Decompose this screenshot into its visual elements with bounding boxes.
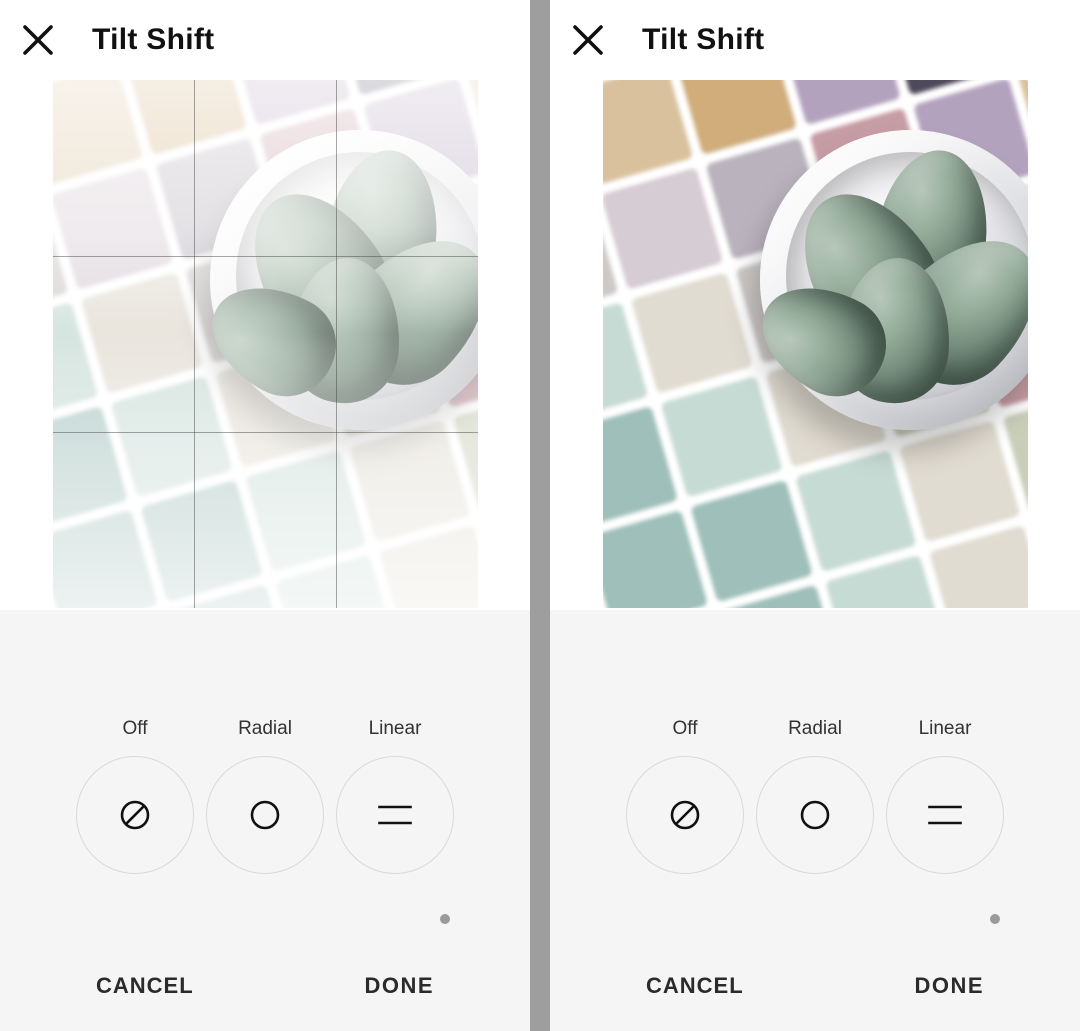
- panel-right: Tilt Shift Off: [550, 0, 1080, 1031]
- option-radial-label: Radial: [788, 718, 842, 740]
- option-off[interactable]: Off: [620, 718, 750, 874]
- circle-icon: [795, 795, 835, 835]
- panel-left: Tilt Shift: [0, 0, 530, 1031]
- option-linear-ring: [886, 756, 1004, 874]
- photo-preview-area: [0, 80, 530, 610]
- option-linear-label: Linear: [919, 718, 972, 740]
- option-radial-label: Radial: [238, 718, 292, 740]
- cancel-button[interactable]: CANCEL: [96, 973, 194, 999]
- tilt-shift-options: Off Radial Linear: [0, 718, 530, 874]
- photo-preview[interactable]: [603, 80, 1028, 608]
- option-radial[interactable]: Radial: [750, 718, 880, 874]
- page-indicator-dot: [990, 914, 1000, 924]
- screen-title: Tilt Shift: [92, 23, 214, 57]
- circle-icon: [245, 795, 285, 835]
- tilt-shift-options: Off Radial Linear: [550, 718, 1080, 874]
- option-off-label: Off: [673, 718, 698, 740]
- option-linear-ring: [336, 756, 454, 874]
- comparison-stage: Tilt Shift: [0, 0, 1080, 1031]
- header: Tilt Shift: [550, 0, 1080, 80]
- null-slash-icon: [115, 795, 155, 835]
- page-indicator-dot: [440, 914, 450, 924]
- two-lines-icon: [375, 795, 415, 835]
- cancel-button[interactable]: CANCEL: [646, 973, 744, 999]
- panel-divider: [530, 0, 550, 1031]
- option-radial-ring: [756, 756, 874, 874]
- tilt-shift-mask-overlay: [53, 80, 478, 608]
- done-button[interactable]: DONE: [364, 973, 434, 999]
- controls-tray: Off Radial Linear: [0, 610, 530, 1031]
- option-linear[interactable]: Linear: [330, 718, 460, 874]
- null-slash-icon: [665, 795, 705, 835]
- option-linear[interactable]: Linear: [880, 718, 1010, 874]
- header: Tilt Shift: [0, 0, 530, 80]
- option-off-label: Off: [123, 718, 148, 740]
- controls-tray: Off Radial Linear: [550, 610, 1080, 1031]
- option-off-ring: [626, 756, 744, 874]
- option-off-ring: [76, 756, 194, 874]
- footer-actions: CANCEL DONE: [0, 941, 530, 1031]
- photo-preview-area: [550, 80, 1080, 610]
- photo-preview[interactable]: [53, 80, 478, 608]
- screen-title: Tilt Shift: [642, 23, 764, 57]
- option-linear-label: Linear: [369, 718, 422, 740]
- option-radial[interactable]: Radial: [200, 718, 330, 874]
- done-button[interactable]: DONE: [914, 973, 984, 999]
- close-icon[interactable]: [568, 20, 608, 60]
- option-radial-ring: [206, 756, 324, 874]
- footer-actions: CANCEL DONE: [550, 941, 1080, 1031]
- option-off[interactable]: Off: [70, 718, 200, 874]
- close-icon[interactable]: [18, 20, 58, 60]
- two-lines-icon: [925, 795, 965, 835]
